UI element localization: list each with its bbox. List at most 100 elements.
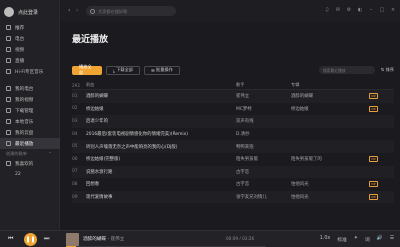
sidebar: 点此登录 推荐 电台 视频 直播 Hi-Fi专区音乐 我的电台 我的视频 下载管… [0, 0, 60, 230]
sidebar-item-video[interactable]: 视频 [0, 44, 60, 55]
login-link[interactable]: 点此登录 [18, 9, 38, 16]
back-icon[interactable]: ‹ [68, 7, 70, 14]
row-index: 03 [72, 118, 78, 124]
play-all-label: 播放全部 [79, 64, 92, 75]
player-controls: 1.0x 标准 ✦ 词 🔊 ☰ [320, 236, 394, 243]
search-input[interactable] [98, 8, 168, 14]
sidebar-item-downloads[interactable]: 下载管理 [0, 105, 60, 116]
forward-icon[interactable]: › [76, 7, 78, 14]
profile[interactable]: 点此登录 [4, 4, 38, 20]
next-icon[interactable]: ⏭ [44, 235, 49, 243]
batch-button[interactable]: ☰ 批量操作 [143, 65, 180, 75]
sidebar-item-recent[interactable]: 最近播放 [0, 138, 60, 149]
avatar[interactable] [4, 7, 14, 17]
vip-badge: VIP [369, 105, 378, 112]
song-title[interactable]: 回想春 [86, 181, 236, 187]
sidebar-item-my-radio[interactable]: 我的电台 [0, 83, 60, 94]
play-all-button[interactable]: 播放全部 [72, 64, 102, 75]
song-title[interactable]: 桥边姑娘(完整版) [86, 156, 236, 162]
spacer-icon [6, 172, 11, 177]
global-search[interactable] [86, 6, 176, 16]
sidebar-item-radio[interactable]: 电台 [0, 33, 60, 44]
song-artist[interactable]: 古字恋 [236, 169, 291, 175]
song-artist[interactable]: 鸭鸭来抱 [236, 144, 291, 150]
headset-icon[interactable]: ♫ [324, 7, 330, 13]
download-all-label: 下载全部 [116, 67, 133, 72]
mail-icon[interactable]: ✉ [335, 7, 341, 13]
list-search-input[interactable] [322, 67, 371, 73]
song-album[interactable]: 怕他风光 [291, 181, 369, 187]
skin-icon[interactable]: ◐ [357, 7, 363, 13]
minimize-icon[interactable]: – [368, 7, 374, 13]
effects-icon[interactable]: ✦ [354, 236, 358, 243]
quality-button[interactable]: 标准 [337, 236, 347, 243]
col-album[interactable]: 专辑 [291, 82, 369, 88]
song-title[interactable]: 说猪水渡行路 [86, 169, 236, 175]
table-row[interactable]: 01 酒醉的蝴蝶 崔伟立 酒醉的蝴蝶 VIP [72, 90, 394, 103]
song-title[interactable]: 酒醉的蝴蝶 [86, 93, 236, 99]
table-row[interactable]: 06 桥边姑娘(完整版) 陌失男孩版 陌失男孩版了的 VIP [72, 153, 394, 166]
table-row[interactable]: 04 2016最后(套装电视剧情感化你的情绪完美)(Remix) D.清抄 [72, 128, 394, 141]
chevron-up-icon[interactable]: ⌃ [49, 151, 52, 156]
table-row[interactable]: 07 说猪水渡行路 古字恋 [72, 165, 394, 179]
lyrics-icon[interactable]: 词 [365, 236, 370, 243]
sidebar-item-hifi[interactable]: Hi-Fi专区音乐 [0, 66, 60, 77]
sidebar-item-my-video[interactable]: 我的视频 [0, 94, 60, 105]
table-row[interactable]: 05 听别人声嗓落无奈之声中能响亮的我的心(DJ版) 鸭鸭来抱 [72, 140, 394, 153]
album-cover[interactable] [66, 233, 79, 246]
sidebar-item-liked[interactable]: 我喜欢的 [0, 158, 60, 169]
song-artist[interactable]: 双声有线 [236, 118, 291, 124]
page-title: 最近播放 [72, 35, 109, 45]
sidebar-item-cloud[interactable]: 我的云盘 [0, 127, 60, 138]
cloud-icon [6, 130, 11, 135]
recommend-icon [6, 25, 11, 30]
list-search[interactable] [318, 66, 375, 74]
sidebar-item-local[interactable]: 本地音乐 [0, 116, 60, 127]
song-artist[interactable]: 张学友兄对情儿 [236, 194, 291, 200]
sort-label: 排序 [385, 67, 394, 72]
song-artist[interactable]: 崔伟立 [236, 93, 291, 99]
table-row[interactable]: 02 桥边姑娘 MC梦柯 桥边姑娘 VIP [72, 103, 394, 116]
live-icon [6, 58, 11, 63]
play-pause-button[interactable]: ❚❚ [24, 233, 37, 246]
song-album[interactable]: 酒醉的蝴蝶 [291, 93, 369, 99]
prev-icon[interactable]: ⏮ [8, 235, 13, 243]
col-artist[interactable]: 歌手 [236, 82, 291, 88]
table-row[interactable]: 08 回想春 古字恋 怕他风光 VIP [72, 178, 394, 191]
topbar: ‹ › ♫ ✉ ⚙ ◐ – □ × [60, 0, 400, 22]
now-playing-artist[interactable]: 崔伟立 [111, 237, 125, 242]
main-content: 最近播放 播放全部 ⤓ 下载全部 ☰ 批量操作 ⇅ 排序 292 歌曲 歌手 专… [60, 22, 400, 230]
close-icon[interactable]: × [390, 7, 396, 13]
created-playlists-header[interactable]: 创建的歌单 ⌃ [0, 149, 60, 158]
download-all-button[interactable]: ⤓ 下载全部 [106, 65, 140, 75]
song-artist[interactable]: 陌失男孩版 [236, 156, 291, 162]
song-title[interactable]: 现代爱情故事 [86, 194, 236, 200]
radio-icon [6, 36, 11, 41]
sidebar-item-live[interactable]: 直播 [0, 55, 60, 66]
song-album[interactable]: 陌失男孩版了的 [291, 156, 369, 162]
sort-button[interactable]: ⇅ 排序 [381, 67, 394, 73]
song-artist[interactable]: 古字恋 [236, 181, 291, 187]
count-label: 22 [15, 171, 21, 177]
song-list: 01 酒醉的蝴蝶 崔伟立 酒醉的蝴蝶 VIP 02 桥边姑娘 MC梦柯 桥边姑娘 VIP 03 后退少… [72, 90, 394, 204]
volume-icon[interactable]: 🔊 [377, 236, 383, 243]
speed-button[interactable]: 1.0x [320, 236, 330, 243]
sidebar-item-recommend[interactable]: 推荐 [0, 22, 60, 33]
song-title[interactable]: 听别人声嗓落无奈之声中能响亮的我的心(DJ版) [86, 144, 236, 150]
table-row[interactable]: 09 现代爱情故事 张学友兄对情儿 怕他风光 VIP [72, 190, 394, 204]
settings-icon[interactable]: ⚙ [346, 7, 352, 13]
table-row[interactable]: 03 后退少年的 双声有线 [72, 115, 394, 128]
col-title[interactable]: 歌曲 [86, 82, 236, 88]
song-album[interactable]: 桥边姑娘 [291, 106, 369, 112]
song-artist[interactable]: MC梦柯 [236, 106, 291, 112]
song-title[interactable]: 后退少年的 [86, 118, 236, 124]
list-icon[interactable]: ☰ [390, 236, 394, 243]
song-title[interactable]: 桥边姑娘 [86, 106, 236, 112]
tag-cell: VIP [369, 105, 381, 112]
song-album[interactable]: 怕他风光 [291, 194, 369, 200]
video-icon [6, 47, 11, 52]
maximize-icon[interactable]: □ [379, 7, 385, 13]
song-title[interactable]: 2016最后(套装电视剧情感化你的情绪完美)(Remix) [86, 131, 236, 137]
now-playing-title[interactable]: 酒醉的蝴蝶 [83, 237, 106, 242]
song-artist[interactable]: D.清抄 [236, 131, 291, 137]
